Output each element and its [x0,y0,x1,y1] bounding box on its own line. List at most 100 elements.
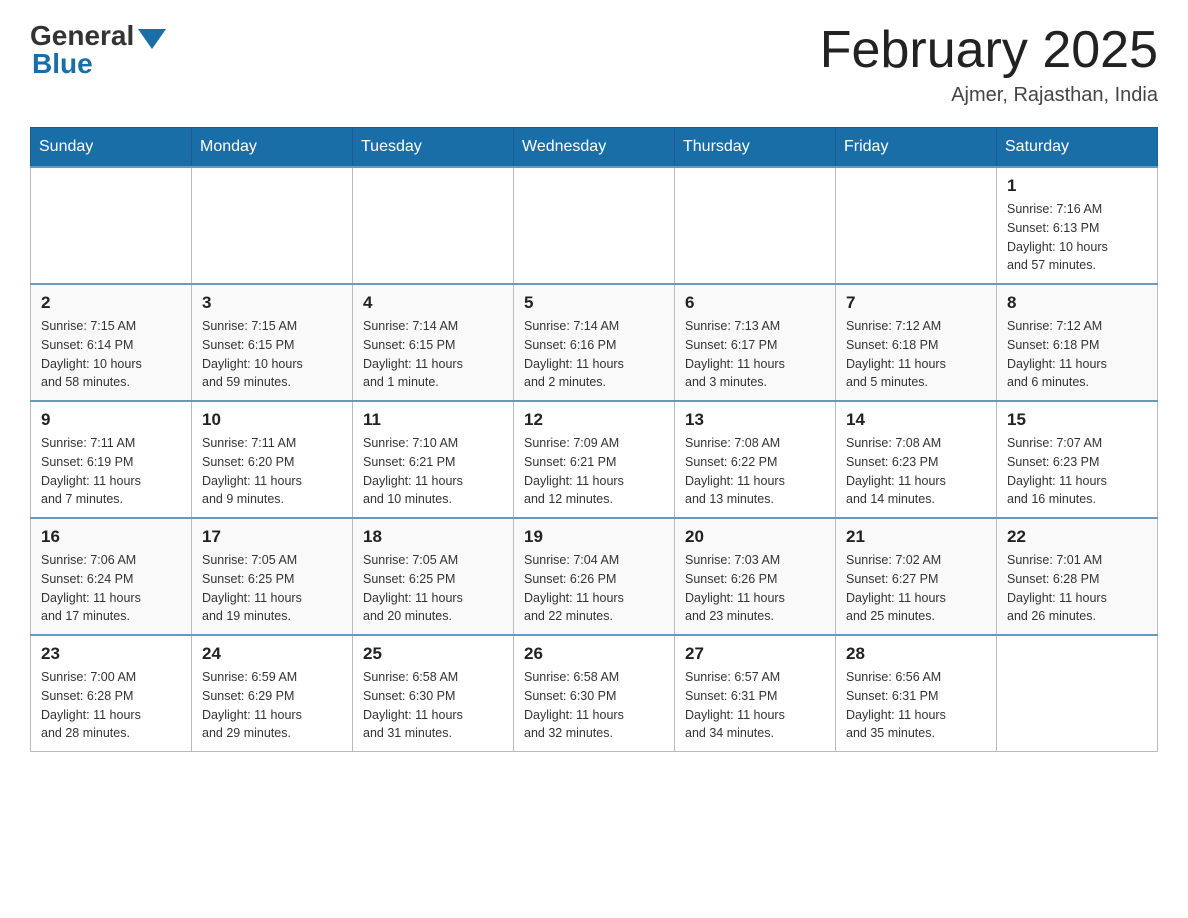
calendar-cell: 15 Sunrise: 7:07 AMSunset: 6:23 PMDayligh… [997,401,1158,518]
day-number: 7 [846,293,986,313]
day-info: Sunrise: 6:57 AMSunset: 6:31 PMDaylight:… [685,668,825,743]
day-number: 25 [363,644,503,664]
day-number: 28 [846,644,986,664]
weekday-header-sunday: Sunday [31,128,192,168]
day-info: Sunrise: 7:11 AMSunset: 6:20 PMDaylight:… [202,434,342,509]
calendar-cell: 7 Sunrise: 7:12 AMSunset: 6:18 PMDaylight… [836,284,997,401]
page-header: General Blue February 2025 Ajmer, Rajast… [30,20,1158,107]
calendar-cell [353,167,514,284]
calendar-cell: 14 Sunrise: 7:08 AMSunset: 6:23 PMDayligh… [836,401,997,518]
calendar-cell: 3 Sunrise: 7:15 AMSunset: 6:15 PMDaylight… [192,284,353,401]
calendar-cell: 11 Sunrise: 7:10 AMSunset: 6:21 PMDayligh… [353,401,514,518]
calendar-cell: 18Sunrise: 7:05 AMSunset: 6:25 PMDayligh… [353,518,514,635]
day-number: 20 [685,527,825,547]
day-info: Sunrise: 7:16 AMSunset: 6:13 PMDaylight:… [1007,200,1147,275]
calendar-cell: 10 Sunrise: 7:11 AMSunset: 6:20 PMDayligh… [192,401,353,518]
calendar-cell: 12 Sunrise: 7:09 AMSunset: 6:21 PMDayligh… [514,401,675,518]
calendar-cell: 2 Sunrise: 7:15 AMSunset: 6:14 PMDaylight… [31,284,192,401]
weekday-header-wednesday: Wednesday [514,128,675,168]
day-info: Sunrise: 7:13 AMSunset: 6:17 PMDaylight:… [685,317,825,392]
day-info: Sunrise: 7:04 AMSunset: 6:26 PMDaylight:… [524,551,664,626]
day-number: 10 [202,410,342,430]
day-number: 11 [363,410,503,430]
weekday-header-tuesday: Tuesday [353,128,514,168]
weekday-header-monday: Monday [192,128,353,168]
day-number: 15 [1007,410,1147,430]
day-number: 24 [202,644,342,664]
calendar-cell: 20 Sunrise: 7:03 AMSunset: 6:26 PMDayligh… [675,518,836,635]
day-info: Sunrise: 7:07 AMSunset: 6:23 PMDaylight:… [1007,434,1147,509]
day-info: Sunrise: 7:09 AMSunset: 6:21 PMDaylight:… [524,434,664,509]
day-info: Sunrise: 6:59 AMSunset: 6:29 PMDaylight:… [202,668,342,743]
day-info: Sunrise: 6:58 AMSunset: 6:30 PMDaylight:… [363,668,503,743]
calendar-cell: 9 Sunrise: 7:11 AMSunset: 6:19 PMDaylight… [31,401,192,518]
month-title: February 2025 [820,20,1158,80]
calendar-cell: 19 Sunrise: 7:04 AMSunset: 6:26 PMDayligh… [514,518,675,635]
day-info: Sunrise: 7:08 AMSunset: 6:23 PMDaylight:… [846,434,986,509]
day-number: 27 [685,644,825,664]
weekday-header-row: SundayMondayTuesdayWednesdayThursdayFrid… [31,128,1158,168]
calendar-cell: 13 Sunrise: 7:08 AMSunset: 6:22 PMDayligh… [675,401,836,518]
location-text: Ajmer, Rajasthan, India [820,84,1158,107]
day-info: Sunrise: 7:12 AMSunset: 6:18 PMDaylight:… [846,317,986,392]
calendar-cell [675,167,836,284]
logo-arrow-icon [138,29,166,49]
day-info: Sunrise: 7:14 AMSunset: 6:16 PMDaylight:… [524,317,664,392]
calendar-cell: 27 Sunrise: 6:57 AMSunset: 6:31 PMDayligh… [675,635,836,752]
calendar-cell: 28 Sunrise: 6:56 AMSunset: 6:31 PMDayligh… [836,635,997,752]
day-info: Sunrise: 7:02 AMSunset: 6:27 PMDaylight:… [846,551,986,626]
day-info: Sunrise: 7:15 AMSunset: 6:14 PMDaylight:… [41,317,181,392]
day-info: Sunrise: 7:14 AMSunset: 6:15 PMDaylight:… [363,317,503,392]
day-number: 17 [202,527,342,547]
calendar-cell [31,167,192,284]
logo: General Blue [30,20,166,80]
calendar-cell: 26Sunrise: 6:58 AMSunset: 6:30 PMDayligh… [514,635,675,752]
calendar-week-1: 1 Sunrise: 7:16 AMSunset: 6:13 PMDaylight… [31,167,1158,284]
calendar-cell: 17Sunrise: 7:05 AMSunset: 6:25 PMDayligh… [192,518,353,635]
day-info: Sunrise: 7:15 AMSunset: 6:15 PMDaylight:… [202,317,342,392]
calendar-cell [192,167,353,284]
day-info: Sunrise: 7:12 AMSunset: 6:18 PMDaylight:… [1007,317,1147,392]
day-info: Sunrise: 7:05 AMSunset: 6:25 PMDaylight:… [363,551,503,626]
day-number: 12 [524,410,664,430]
day-number: 14 [846,410,986,430]
calendar-cell [997,635,1158,752]
day-number: 5 [524,293,664,313]
calendar-cell: 22Sunrise: 7:01 AMSunset: 6:28 PMDayligh… [997,518,1158,635]
day-number: 2 [41,293,181,313]
day-info: Sunrise: 7:10 AMSunset: 6:21 PMDaylight:… [363,434,503,509]
day-info: Sunrise: 6:56 AMSunset: 6:31 PMDaylight:… [846,668,986,743]
calendar-week-3: 9 Sunrise: 7:11 AMSunset: 6:19 PMDaylight… [31,401,1158,518]
day-number: 8 [1007,293,1147,313]
day-info: Sunrise: 7:03 AMSunset: 6:26 PMDaylight:… [685,551,825,626]
day-number: 1 [1007,176,1147,196]
calendar-cell: 23 Sunrise: 7:00 AMSunset: 6:28 PMDayligh… [31,635,192,752]
day-number: 6 [685,293,825,313]
day-info: Sunrise: 7:06 AMSunset: 6:24 PMDaylight:… [41,551,181,626]
calendar-cell: 16 Sunrise: 7:06 AMSunset: 6:24 PMDayligh… [31,518,192,635]
calendar-table: SundayMondayTuesdayWednesdayThursdayFrid… [30,127,1158,752]
calendar-cell: 6 Sunrise: 7:13 AMSunset: 6:17 PMDaylight… [675,284,836,401]
calendar-cell: 8 Sunrise: 7:12 AMSunset: 6:18 PMDaylight… [997,284,1158,401]
calendar-cell [836,167,997,284]
logo-blue-text: Blue [30,48,93,80]
calendar-cell: 24 Sunrise: 6:59 AMSunset: 6:29 PMDayligh… [192,635,353,752]
calendar-cell: 1 Sunrise: 7:16 AMSunset: 6:13 PMDaylight… [997,167,1158,284]
day-number: 22 [1007,527,1147,547]
day-info: Sunrise: 7:08 AMSunset: 6:22 PMDaylight:… [685,434,825,509]
day-number: 9 [41,410,181,430]
day-number: 23 [41,644,181,664]
title-section: February 2025 Ajmer, Rajasthan, India [820,20,1158,107]
day-number: 13 [685,410,825,430]
calendar-cell: 5 Sunrise: 7:14 AMSunset: 6:16 PMDaylight… [514,284,675,401]
day-number: 3 [202,293,342,313]
calendar-week-4: 16 Sunrise: 7:06 AMSunset: 6:24 PMDayligh… [31,518,1158,635]
day-number: 21 [846,527,986,547]
day-info: Sunrise: 7:00 AMSunset: 6:28 PMDaylight:… [41,668,181,743]
day-number: 16 [41,527,181,547]
calendar-cell: 25 Sunrise: 6:58 AMSunset: 6:30 PMDayligh… [353,635,514,752]
calendar-week-5: 23 Sunrise: 7:00 AMSunset: 6:28 PMDayligh… [31,635,1158,752]
day-number: 19 [524,527,664,547]
day-info: Sunrise: 7:11 AMSunset: 6:19 PMDaylight:… [41,434,181,509]
calendar-cell: 4Sunrise: 7:14 AMSunset: 6:15 PMDaylight… [353,284,514,401]
